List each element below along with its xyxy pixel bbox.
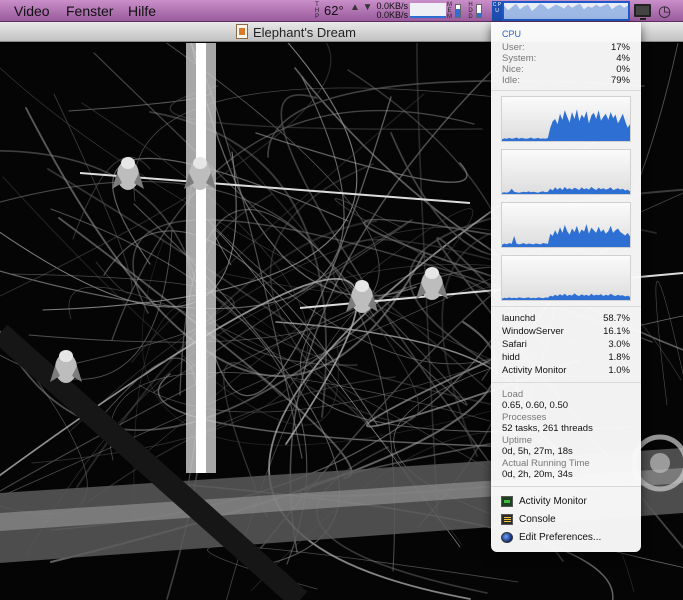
process-cpu: 58.7% xyxy=(603,313,630,324)
cpu-stat-value: 79% xyxy=(610,75,630,86)
menu-hilfe[interactable]: Hilfe xyxy=(128,3,156,19)
cpu-stat-label: User: xyxy=(502,42,525,53)
wire xyxy=(25,107,425,378)
cpu-history-area xyxy=(502,187,630,194)
cpu-stat-row: Nice: 0% xyxy=(502,64,630,75)
process-row: Safari 3.0% xyxy=(502,339,630,350)
running-time-value: 0d, 2h, 20m, 34s xyxy=(502,469,573,480)
cpu-history-graph xyxy=(501,96,631,142)
process-cpu: 1.0% xyxy=(608,365,630,376)
temperature-label: T H P xyxy=(314,2,320,20)
process-row: WindowServer 16.1% xyxy=(502,326,630,337)
cpu-menubar-graph[interactable] xyxy=(504,3,628,19)
activity-monitor-icon xyxy=(501,496,513,507)
temperature-reading[interactable]: 62° xyxy=(324,3,344,18)
menu-bar: Video Fenster Hilfe T H P 62° ▲ ▼ 0.0KB/… xyxy=(0,0,683,22)
cpu-stat-row: Idle: 79% xyxy=(502,75,630,86)
edit-preferences-item[interactable]: Edit Preferences... xyxy=(501,530,631,546)
uptime-value: 0d, 5h, 27m, 18s xyxy=(502,446,573,457)
process-name: WindowServer xyxy=(502,326,564,337)
display-icon[interactable] xyxy=(634,4,651,20)
divider xyxy=(491,382,641,383)
process-row: hidd 1.8% xyxy=(502,352,630,363)
wire xyxy=(255,132,468,183)
divider xyxy=(491,486,641,487)
load-value: 0.65, 0.60, 0.50 xyxy=(502,400,569,411)
time-machine-icon[interactable]: ◷ xyxy=(658,2,671,20)
edit-preferences-label: Edit Preferences... xyxy=(519,532,602,543)
menu-fenster[interactable]: Fenster xyxy=(66,3,113,19)
running-time-label: Actual Running Time xyxy=(502,458,590,469)
activity-monitor-label: Activity Monitor xyxy=(519,496,587,507)
process-name: hidd xyxy=(502,352,520,363)
cpu-stat-label: Idle: xyxy=(502,75,520,86)
bird xyxy=(416,267,448,300)
cpu-history-area xyxy=(502,293,630,300)
cpu-section-title: CPU xyxy=(502,29,522,39)
cpu-history-graph xyxy=(501,202,631,248)
window-title: Elephant's Dream xyxy=(253,25,356,40)
cpu-history-graph xyxy=(501,149,631,195)
network-download: 0.0KB/s xyxy=(376,10,408,20)
process-cpu: 1.8% xyxy=(608,352,630,363)
process-row: launchd 58.7% xyxy=(502,313,630,324)
console-label: Console xyxy=(519,514,556,525)
load-label: Load xyxy=(502,389,524,400)
network-meter[interactable]: 0.0KB/s 0.0KB/s xyxy=(370,2,408,20)
process-row: Activity Monitor 1.0% xyxy=(502,365,630,376)
wire xyxy=(109,372,554,461)
cpu-stat-value: 0% xyxy=(616,64,630,75)
process-name: Safari xyxy=(502,339,527,350)
cpu-dropdown-menu: CPU User: 17% System: 4% Nice: 0% Idle: 79% … xyxy=(491,22,641,552)
cpu-stat-value: 4% xyxy=(616,53,630,64)
cpu-stat-label: System: xyxy=(502,53,537,64)
processes-label: Processes xyxy=(502,412,547,423)
process-name: launchd xyxy=(502,313,536,324)
preferences-icon xyxy=(501,532,513,543)
cpu-history-area xyxy=(502,224,630,247)
cpu-stat-value: 17% xyxy=(610,42,630,53)
cpu-stat-label: Nice: xyxy=(502,64,524,75)
cpu-history-graph xyxy=(501,255,631,301)
console-icon xyxy=(501,514,513,525)
divider xyxy=(491,306,641,307)
bird xyxy=(50,350,82,383)
process-name: Activity Monitor xyxy=(502,365,567,376)
document-icon xyxy=(236,24,248,39)
process-cpu: 16.1% xyxy=(603,326,630,337)
memory-gauge[interactable] xyxy=(455,4,461,18)
uptime-label: Uptime xyxy=(502,435,533,446)
processes-value: 52 tasks, 261 threads xyxy=(502,423,593,434)
menu-video[interactable]: Video xyxy=(14,3,50,19)
memory-label: M E M xyxy=(447,2,452,20)
cpu-label: C P U xyxy=(492,1,502,21)
network-graph[interactable] xyxy=(410,3,446,18)
disk-gauge[interactable] xyxy=(476,4,482,18)
cpu-stat-row: User: 17% xyxy=(502,42,630,53)
process-cpu: 3.0% xyxy=(608,339,630,350)
cpu-stat-row: System: 4% xyxy=(502,53,630,64)
divider xyxy=(491,90,641,91)
cpu-history-area xyxy=(502,109,630,141)
console-item[interactable]: Console xyxy=(501,512,631,528)
disk-label: H D D xyxy=(468,2,473,20)
wire xyxy=(72,156,151,240)
wire xyxy=(655,281,683,406)
activity-monitor-item[interactable]: Activity Monitor xyxy=(501,494,631,510)
